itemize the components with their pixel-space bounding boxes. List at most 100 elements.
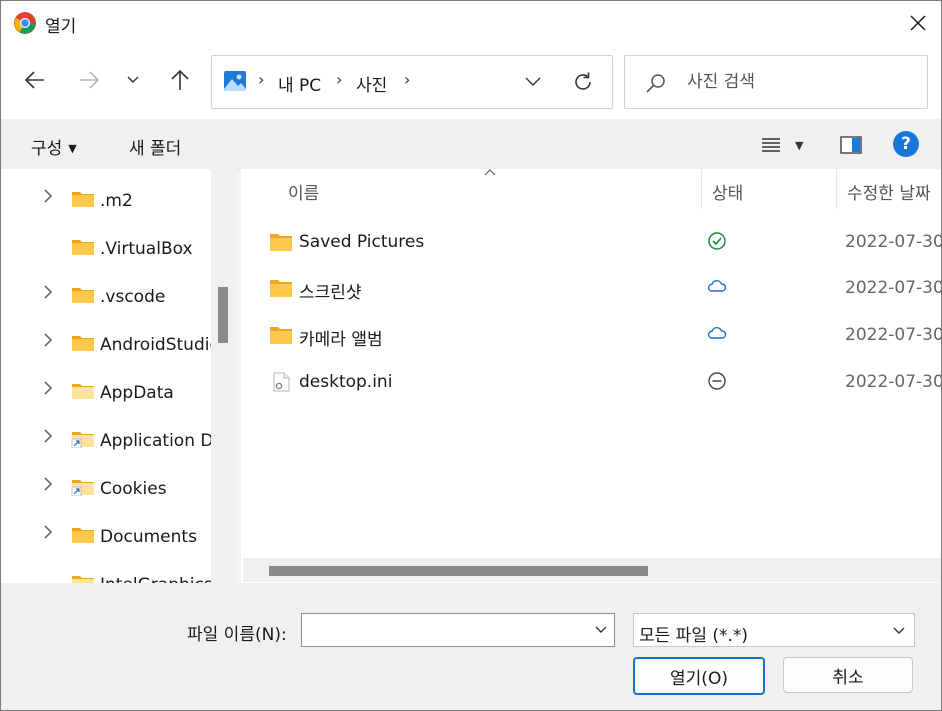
forward-button[interactable] bbox=[74, 65, 104, 95]
chevron-right-icon[interactable] bbox=[41, 524, 55, 540]
tree-item-label: IntelGraphicsP bbox=[100, 575, 211, 583]
recent-locations-button[interactable] bbox=[118, 65, 148, 95]
scrollbar-thumb[interactable] bbox=[269, 566, 648, 576]
new-folder-button[interactable]: 새 폴더 bbox=[129, 134, 181, 159]
refresh-icon bbox=[575, 72, 591, 90]
file-list: 이름 상태 수정한 날짜 Saved Pictures 2022-07-30 스… bbox=[241, 169, 941, 583]
folder-icon bbox=[72, 384, 94, 399]
cancel-button[interactable]: 취소 bbox=[783, 657, 913, 693]
cloud-icon bbox=[707, 280, 727, 292]
organize-menu[interactable]: 구성 ▼ bbox=[31, 134, 77, 159]
arrow-left-icon bbox=[24, 71, 44, 89]
help-button[interactable]: ? bbox=[893, 131, 919, 157]
list-view-icon bbox=[762, 138, 780, 152]
chevron-down-icon bbox=[893, 627, 905, 634]
navigation-bar: › 내 PC › 사진 › bbox=[1, 45, 941, 119]
sort-ascending-icon bbox=[484, 169, 496, 176]
tree-item[interactable]: AppData bbox=[1, 367, 211, 411]
file-row[interactable]: 스크린샷 2022-07-30 bbox=[241, 265, 941, 311]
chevron-down-icon bbox=[525, 77, 541, 86]
file-row[interactable]: 카메라 앨범 2022-07-30 bbox=[241, 312, 941, 358]
tree-item[interactable]: .VirtualBox bbox=[1, 223, 211, 267]
tree-item[interactable]: .vscode bbox=[1, 271, 211, 315]
file-row[interactable]: Saved Pictures 2022-07-30 bbox=[241, 219, 941, 265]
chrome-icon bbox=[14, 12, 36, 34]
back-button[interactable] bbox=[20, 65, 50, 95]
tree-item-label: Cookies bbox=[100, 479, 167, 499]
address-bar[interactable]: › 내 PC › 사진 › bbox=[211, 55, 613, 109]
search-box[interactable] bbox=[624, 55, 928, 109]
chevron-right-icon[interactable] bbox=[41, 332, 55, 348]
breadcrumb-separator: › bbox=[336, 70, 343, 89]
window-title: 열기 bbox=[45, 17, 77, 37]
tree-item-label: .vscode bbox=[100, 287, 166, 307]
folder-icon bbox=[72, 336, 94, 351]
tree-item[interactable]: .m2 bbox=[1, 175, 211, 219]
tree-item-label: AndroidStudio bbox=[100, 335, 211, 355]
breadcrumb-pictures[interactable]: 사진 bbox=[356, 71, 387, 96]
column-divider[interactable] bbox=[701, 169, 702, 209]
organize-label: 구성 bbox=[31, 139, 63, 159]
tree-item[interactable]: IntelGraphicsP bbox=[1, 559, 211, 583]
command-bar: 구성 ▼ 새 폴더 ▼ ? bbox=[1, 119, 941, 170]
search-input[interactable] bbox=[685, 71, 919, 93]
file-date: 2022-07-30 bbox=[845, 278, 941, 298]
folder-shortcut-icon bbox=[71, 432, 94, 448]
search-icon bbox=[646, 74, 665, 93]
chevron-right-icon[interactable] bbox=[41, 380, 55, 396]
breadcrumb-separator: › bbox=[404, 70, 411, 89]
preview-pane-button[interactable] bbox=[837, 131, 865, 159]
filetype-value: 모든 파일 (*.*) bbox=[639, 626, 749, 646]
column-header-name[interactable]: 이름 bbox=[288, 179, 319, 204]
folder-icon bbox=[270, 234, 292, 251]
folder-icon bbox=[72, 240, 94, 255]
folder-icon bbox=[72, 288, 94, 303]
chevron-right-icon[interactable] bbox=[41, 428, 55, 444]
folder-shortcut-icon bbox=[71, 480, 94, 496]
filename-input[interactable] bbox=[306, 619, 580, 639]
up-button[interactable] bbox=[165, 65, 195, 95]
tree-item-label: .m2 bbox=[100, 191, 133, 211]
settings-file-icon bbox=[273, 372, 290, 392]
caret-down-icon: ▼ bbox=[795, 138, 804, 152]
chevron-right-icon[interactable] bbox=[41, 188, 55, 204]
tree-item[interactable]: AndroidStudio bbox=[1, 319, 211, 363]
close-button[interactable] bbox=[895, 1, 941, 45]
folder-icon bbox=[270, 280, 292, 297]
chevron-right-icon[interactable] bbox=[41, 476, 55, 492]
change-view-button[interactable]: ▼ bbox=[761, 131, 817, 159]
folder-icon bbox=[270, 327, 292, 344]
folder-icon bbox=[72, 576, 94, 583]
caret-down-icon: ▼ bbox=[68, 142, 77, 155]
address-history-button[interactable] bbox=[518, 68, 548, 96]
file-date: 2022-07-30 bbox=[845, 372, 941, 392]
file-name: 카메라 앨범 bbox=[299, 330, 383, 350]
tree-item[interactable]: Documents bbox=[1, 511, 211, 555]
arrow-right-icon bbox=[80, 71, 100, 89]
folder-icon bbox=[72, 192, 94, 207]
filetype-select[interactable]: 모든 파일 (*.*) bbox=[633, 613, 915, 647]
chevron-down-icon[interactable] bbox=[592, 620, 610, 638]
scrollbar-thumb[interactable] bbox=[218, 287, 228, 343]
file-date: 2022-07-30 bbox=[845, 232, 941, 252]
filename-combobox[interactable] bbox=[301, 613, 615, 647]
file-name: desktop.ini bbox=[299, 372, 393, 392]
tree-item[interactable]: Application D bbox=[1, 415, 211, 459]
cloud-icon bbox=[707, 327, 727, 339]
column-header-modified[interactable]: 수정한 날짜 bbox=[847, 179, 931, 204]
file-row[interactable]: desktop.ini 2022-07-30 bbox=[241, 359, 941, 405]
tree-item[interactable]: Cookies bbox=[1, 463, 211, 507]
breadcrumb-this-pc[interactable]: 내 PC bbox=[278, 71, 321, 96]
navigation-scrollbar[interactable] bbox=[211, 169, 235, 583]
column-divider[interactable] bbox=[836, 169, 837, 209]
open-file-dialog: 열기 › 내 PC › 사진 › 사진 검색 구성 ▼ 새 폴더 ▼ ? .m2… bbox=[0, 0, 942, 711]
title-bar: 열기 bbox=[1, 1, 941, 45]
refresh-button[interactable] bbox=[568, 68, 598, 96]
chevron-right-icon[interactable] bbox=[41, 284, 55, 300]
question-icon: ? bbox=[901, 134, 911, 154]
column-header-status[interactable]: 상태 bbox=[712, 179, 743, 204]
breadcrumb-separator: › bbox=[258, 70, 265, 89]
open-button[interactable]: 열기(O) bbox=[633, 657, 765, 695]
file-name: Saved Pictures bbox=[299, 232, 425, 252]
file-list-scrollbar[interactable] bbox=[243, 558, 941, 582]
